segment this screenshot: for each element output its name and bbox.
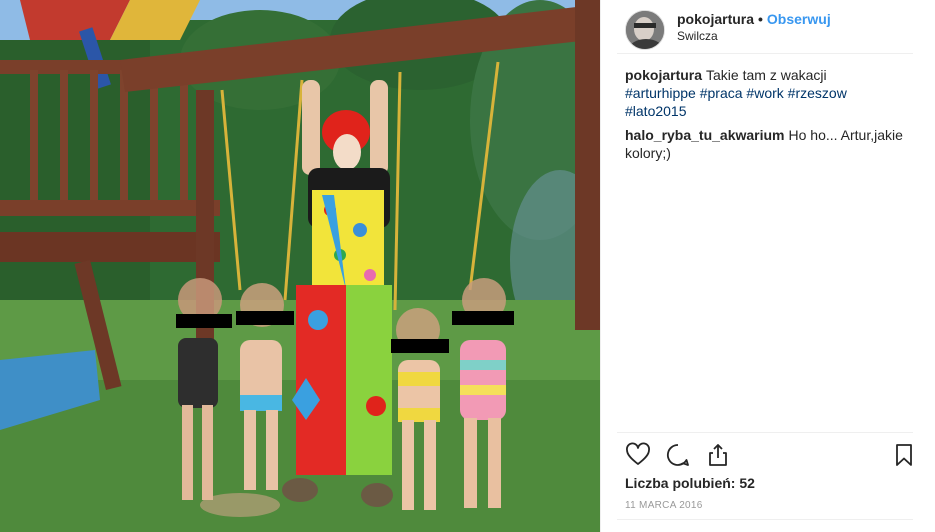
avatar[interactable] <box>625 10 665 50</box>
bookmark-icon[interactable] <box>891 442 917 468</box>
hashtag-link[interactable]: #rzeszow <box>788 85 847 101</box>
comment-icon[interactable] <box>665 442 691 468</box>
instagram-post: pokojartura • Obserwuj Swilcza pokojartu… <box>0 0 935 532</box>
hashtag-link[interactable]: #praca <box>700 85 743 101</box>
post-sidebar: pokojartura • Obserwuj Swilcza pokojartu… <box>600 0 935 532</box>
location-link[interactable]: Swilcza <box>677 28 831 44</box>
avatar-image <box>626 11 664 49</box>
header-text: pokojartura • Obserwuj Swilcza <box>677 10 831 44</box>
separator-dot: • <box>758 11 763 27</box>
photo-illustration <box>0 0 600 532</box>
comment-author-link[interactable]: pokojartura <box>625 67 702 83</box>
comments-list: pokojartura Takie tam z wakacji #arturhip… <box>625 66 921 168</box>
hashtag-link[interactable]: #lato2015 <box>625 103 687 119</box>
comment-caption: pokojartura Takie tam z wakacji #arturhip… <box>625 66 921 120</box>
bottom-divider <box>617 519 913 520</box>
follow-button[interactable]: Obserwuj <box>767 10 831 28</box>
post-header: pokojartura • Obserwuj Swilcza <box>601 0 935 60</box>
username-link[interactable]: pokojartura <box>677 10 754 28</box>
header-row: pokojartura • Obserwuj <box>677 10 831 28</box>
share-icon[interactable] <box>705 442 731 468</box>
comment-author-link[interactable]: halo_ryba_tu_akwarium <box>625 127 785 143</box>
post-date[interactable]: 11 MARCA 2016 <box>625 500 703 512</box>
hashtag-link[interactable]: #arturhippe <box>625 85 696 101</box>
action-bar <box>625 440 917 470</box>
comment-text: Takie tam z wakacji <box>706 67 827 83</box>
heart-icon[interactable] <box>625 442 651 468</box>
actions-divider <box>617 432 913 433</box>
post-photo[interactable] <box>0 0 600 532</box>
header-divider <box>617 53 913 54</box>
hashtag-link[interactable]: #work <box>746 85 783 101</box>
likes-count[interactable]: Liczba polubień: 52 <box>625 474 755 492</box>
comment-item: halo_ryba_tu_akwarium Ho ho... Artur,jaki… <box>625 126 921 162</box>
